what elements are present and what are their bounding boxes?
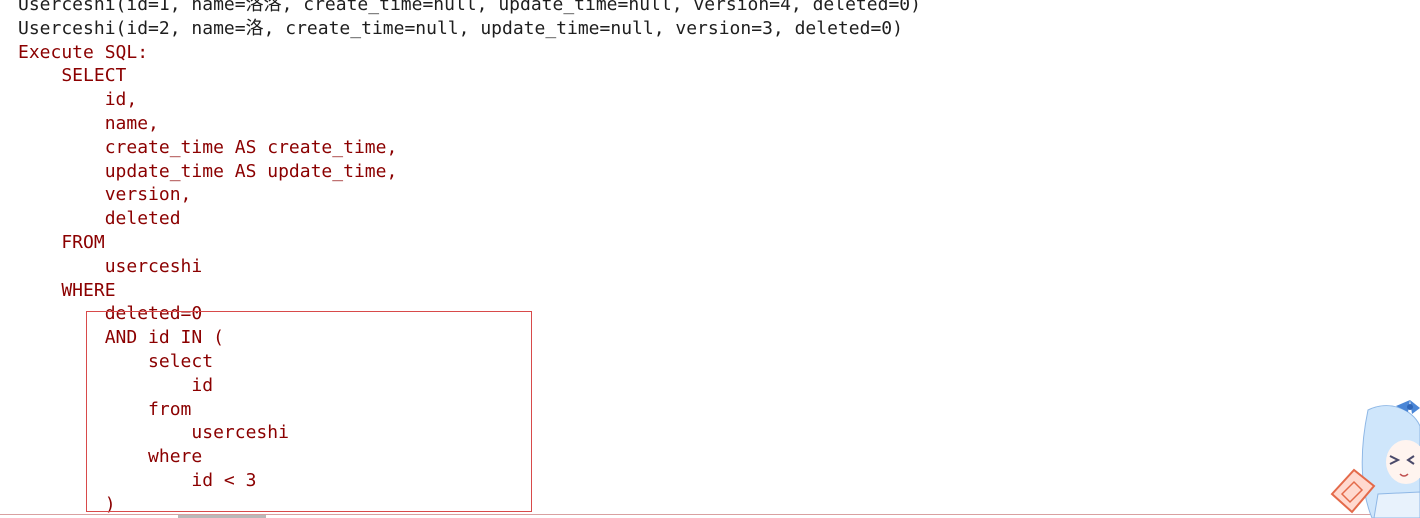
sql-log-line: FROM [18,231,105,253]
sql-log-line: id, [18,89,138,111]
sql-log-line: id < 3 [18,469,257,491]
sql-log-line: SELECT [18,65,127,87]
sql-log-line: name, [18,112,159,134]
sql-log-line: id [18,374,214,396]
sql-log-line: AND id IN ( [18,327,224,349]
sql-log-line: from [18,398,192,420]
console-output-line: Userceshi(id=1, name=洛洛, create_time=nul… [18,0,921,15]
console-output-line: Userceshi(id=2, name=洛, create_time=null… [18,17,903,39]
sql-log-line: select [18,350,214,372]
sql-log-line: deleted=0 [18,303,203,325]
sql-log-line: userceshi [18,255,203,277]
sql-log-line: version, [18,184,192,206]
console-lines: Userceshi(id=1, name=洛洛, create_time=nul… [18,0,921,517]
sql-log-line: where [18,446,203,468]
sql-log-line: Execute SQL: [18,41,149,63]
sql-log-line: userceshi [18,422,289,444]
sql-log-line: update_time AS update_time, [18,160,398,182]
sql-log-line: create_time AS create_time, [18,136,398,158]
anime-mascot-icon [1328,398,1420,518]
console-output-panel: Userceshi(id=1, name=洛洛, create_time=nul… [0,0,1420,518]
sql-log-line: deleted [18,208,181,230]
sql-log-line: WHERE [18,279,116,301]
sql-log-line: ) [18,493,116,515]
